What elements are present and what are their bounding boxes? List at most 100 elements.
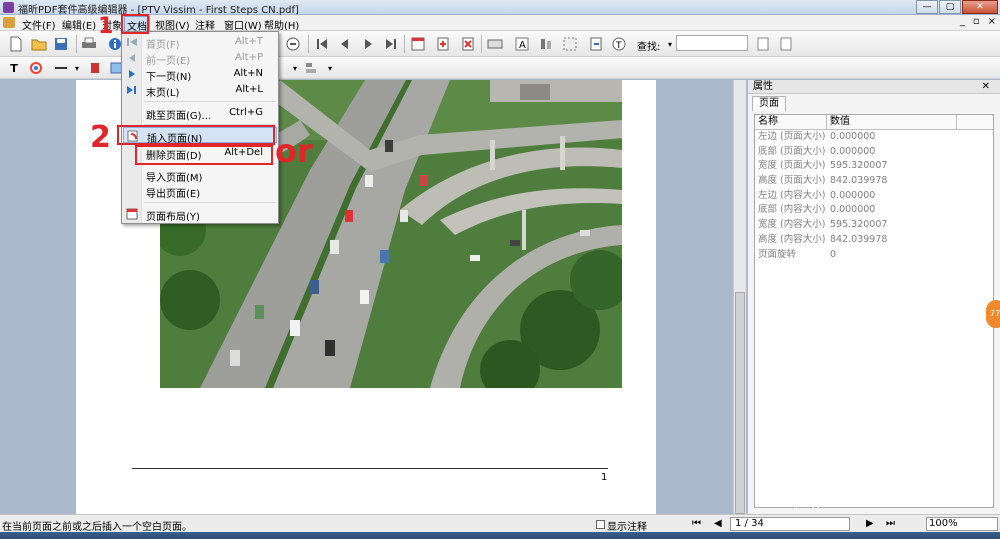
align-tool-icon[interactable]: [303, 60, 319, 76]
page-layout-toolbar-icon[interactable]: [410, 36, 426, 52]
column-name[interactable]: 名称: [755, 115, 827, 129]
fill-tool-icon[interactable]: [87, 60, 103, 76]
tab-page[interactable]: 页面: [752, 96, 786, 111]
menu-item-shortcut: Alt+P: [235, 52, 263, 63]
keyboard-icon[interactable]: [487, 36, 503, 52]
svg-text:A: A: [519, 40, 526, 51]
status-prev-page-icon[interactable]: ◀: [714, 518, 722, 529]
side-badge[interactable]: 77: [986, 300, 1000, 328]
table-row[interactable]: 左边 (内容大小) 0.000000: [755, 189, 993, 204]
status-last-page-icon[interactable]: ⏭: [886, 518, 895, 529]
find-next-icon[interactable]: [778, 36, 794, 52]
page-layout-icon: [126, 208, 138, 220]
menu-item-next-page[interactable]: 下一页(N) Alt+N: [123, 66, 277, 83]
os-taskbar: [0, 532, 1000, 539]
row-name: 高度 (页面大小): [758, 175, 826, 187]
zoom-out-icon[interactable]: [285, 36, 301, 52]
close-button[interactable]: ✕: [962, 0, 998, 14]
menu-separator: [144, 202, 276, 203]
menu-item-label: 导出页面(E): [146, 189, 201, 200]
color-tool-icon[interactable]: [28, 60, 44, 76]
toolbar-separator: [308, 35, 309, 53]
delete-page-toolbar-icon[interactable]: [460, 36, 476, 52]
last-page-toolbar-icon[interactable]: [383, 36, 399, 52]
properties-close-icon[interactable]: ✕: [982, 80, 990, 94]
menu-item-import-page[interactable]: 导入页面(M): [123, 167, 277, 184]
annotation-box-document-menu: [121, 14, 149, 34]
row-value: 0.000000: [830, 204, 876, 216]
next-page-toolbar-icon[interactable]: [360, 36, 376, 52]
mdi-close-button[interactable]: ×: [988, 16, 996, 27]
toolbar-separator: [76, 35, 77, 53]
menu-item-prev-page[interactable]: 前一页(E) Alt+P: [123, 50, 277, 67]
scrollbar-thumb[interactable]: [735, 292, 745, 514]
text-object-icon[interactable]: A: [514, 36, 530, 52]
window-title: 福昕PDF套件高级编辑器 - [PTV Vissim - First Steps…: [18, 5, 299, 16]
find-input[interactable]: [676, 35, 748, 51]
table-row[interactable]: 高度 (内容大小) 842.039978: [755, 233, 993, 248]
show-annotations-label: 显示注释: [607, 522, 647, 533]
menu-item-label: 末页(L): [146, 88, 180, 99]
mdi-controls: _ ▫ ×: [960, 16, 996, 27]
menu-item-label: 下一页(N): [146, 72, 192, 83]
document-workspace[interactable]: 1: [0, 80, 746, 514]
export-icon[interactable]: [588, 36, 604, 52]
menu-item-page-layout[interactable]: 页面布局(Y): [123, 206, 277, 223]
menu-item-go-to-page[interactable]: 跳至页面(G)... Ctrl+G: [123, 105, 277, 122]
open-folder-icon[interactable]: [31, 36, 47, 52]
menu-item-first-page[interactable]: 首页(F) Alt+T: [123, 34, 277, 51]
table-row[interactable]: 底部 (页面大小) 0.000000: [755, 145, 993, 160]
baidu-watermark: Baidu 经验: [766, 445, 992, 494]
annotation-or-text: or: [275, 132, 313, 170]
align-tool-dropdown-icon[interactable]: ▾: [322, 60, 338, 76]
menu-item-export-page[interactable]: 导出页面(E): [123, 183, 277, 200]
maximize-button[interactable]: ▢: [939, 0, 961, 14]
toolbar-separator: [481, 35, 482, 53]
line-dropdown-icon[interactable]: ▾: [69, 60, 85, 76]
status-bar: 在当前页面之前或之后插入一个空白页面。 显示注释 ⏮ ◀ 1 / 34 ▶ ⏭ …: [0, 514, 1000, 533]
row-value: 0: [830, 248, 837, 260]
table-row[interactable]: 宽度 (页面大小) 595.320007: [755, 159, 993, 174]
mdi-minimize-button[interactable]: _: [960, 16, 965, 27]
row-value: 842.039978: [830, 175, 888, 187]
mdi-restore-button[interactable]: ▫: [973, 16, 980, 27]
save-icon[interactable]: [53, 36, 69, 52]
table-row[interactable]: 高度 (页面大小) 842.039978: [755, 174, 993, 189]
row-name: 底部 (内容大小): [758, 204, 826, 216]
find-label: 查找:: [637, 42, 661, 53]
find-previous-icon[interactable]: [755, 36, 771, 52]
align-objects-icon[interactable]: [538, 36, 554, 52]
first-page-toolbar-icon[interactable]: [314, 36, 330, 52]
menu-item-last-page[interactable]: 末页(L) Alt+L: [123, 82, 277, 99]
table-row[interactable]: 宽度 (内容大小) 595.320007: [755, 218, 993, 233]
group-objects-icon[interactable]: [562, 36, 578, 52]
document-menu-icon[interactable]: [3, 17, 15, 28]
print-icon[interactable]: [81, 36, 97, 52]
new-file-icon[interactable]: [8, 36, 24, 52]
menu-item-shortcut: Alt+T: [234, 36, 263, 47]
watermark-url: jingyan.baidu.com: [795, 497, 897, 510]
page-number-field[interactable]: 1 / 34: [730, 517, 850, 531]
properties-header: 属性 ✕: [748, 80, 1000, 94]
zoom-field[interactable]: 100%: [926, 517, 998, 531]
status-next-page-icon[interactable]: ▶: [866, 518, 874, 529]
table-row[interactable]: 底部 (内容大小) 0.000000: [755, 203, 993, 218]
status-first-page-icon[interactable]: ⏮: [692, 518, 701, 529]
table-row[interactable]: 页面旋转 0: [755, 248, 993, 263]
annotation-step-2: 2: [90, 120, 111, 155]
row-value: 0.000000: [830, 131, 876, 142]
table-row[interactable]: 左边 (页面大小) 0.000000: [755, 130, 993, 145]
prev-page-toolbar-icon[interactable]: [337, 36, 353, 52]
svg-text:T: T: [615, 41, 622, 51]
row-value: 0.000000: [830, 189, 876, 201]
help-circle-icon[interactable]: T: [611, 36, 627, 52]
insert-page-toolbar-icon[interactable]: [435, 36, 451, 52]
align-dropdown-icon[interactable]: ▾: [287, 60, 303, 76]
text-tool-icon[interactable]: T: [6, 60, 22, 76]
minimize-button[interactable]: —: [916, 0, 938, 14]
line-tool-icon[interactable]: [54, 60, 70, 76]
annotation-box-delete-page: [135, 145, 273, 165]
document-scrollbar[interactable]: [733, 80, 746, 514]
show-annotations-checkbox[interactable]: [596, 520, 605, 529]
column-value[interactable]: 数值: [827, 115, 957, 129]
